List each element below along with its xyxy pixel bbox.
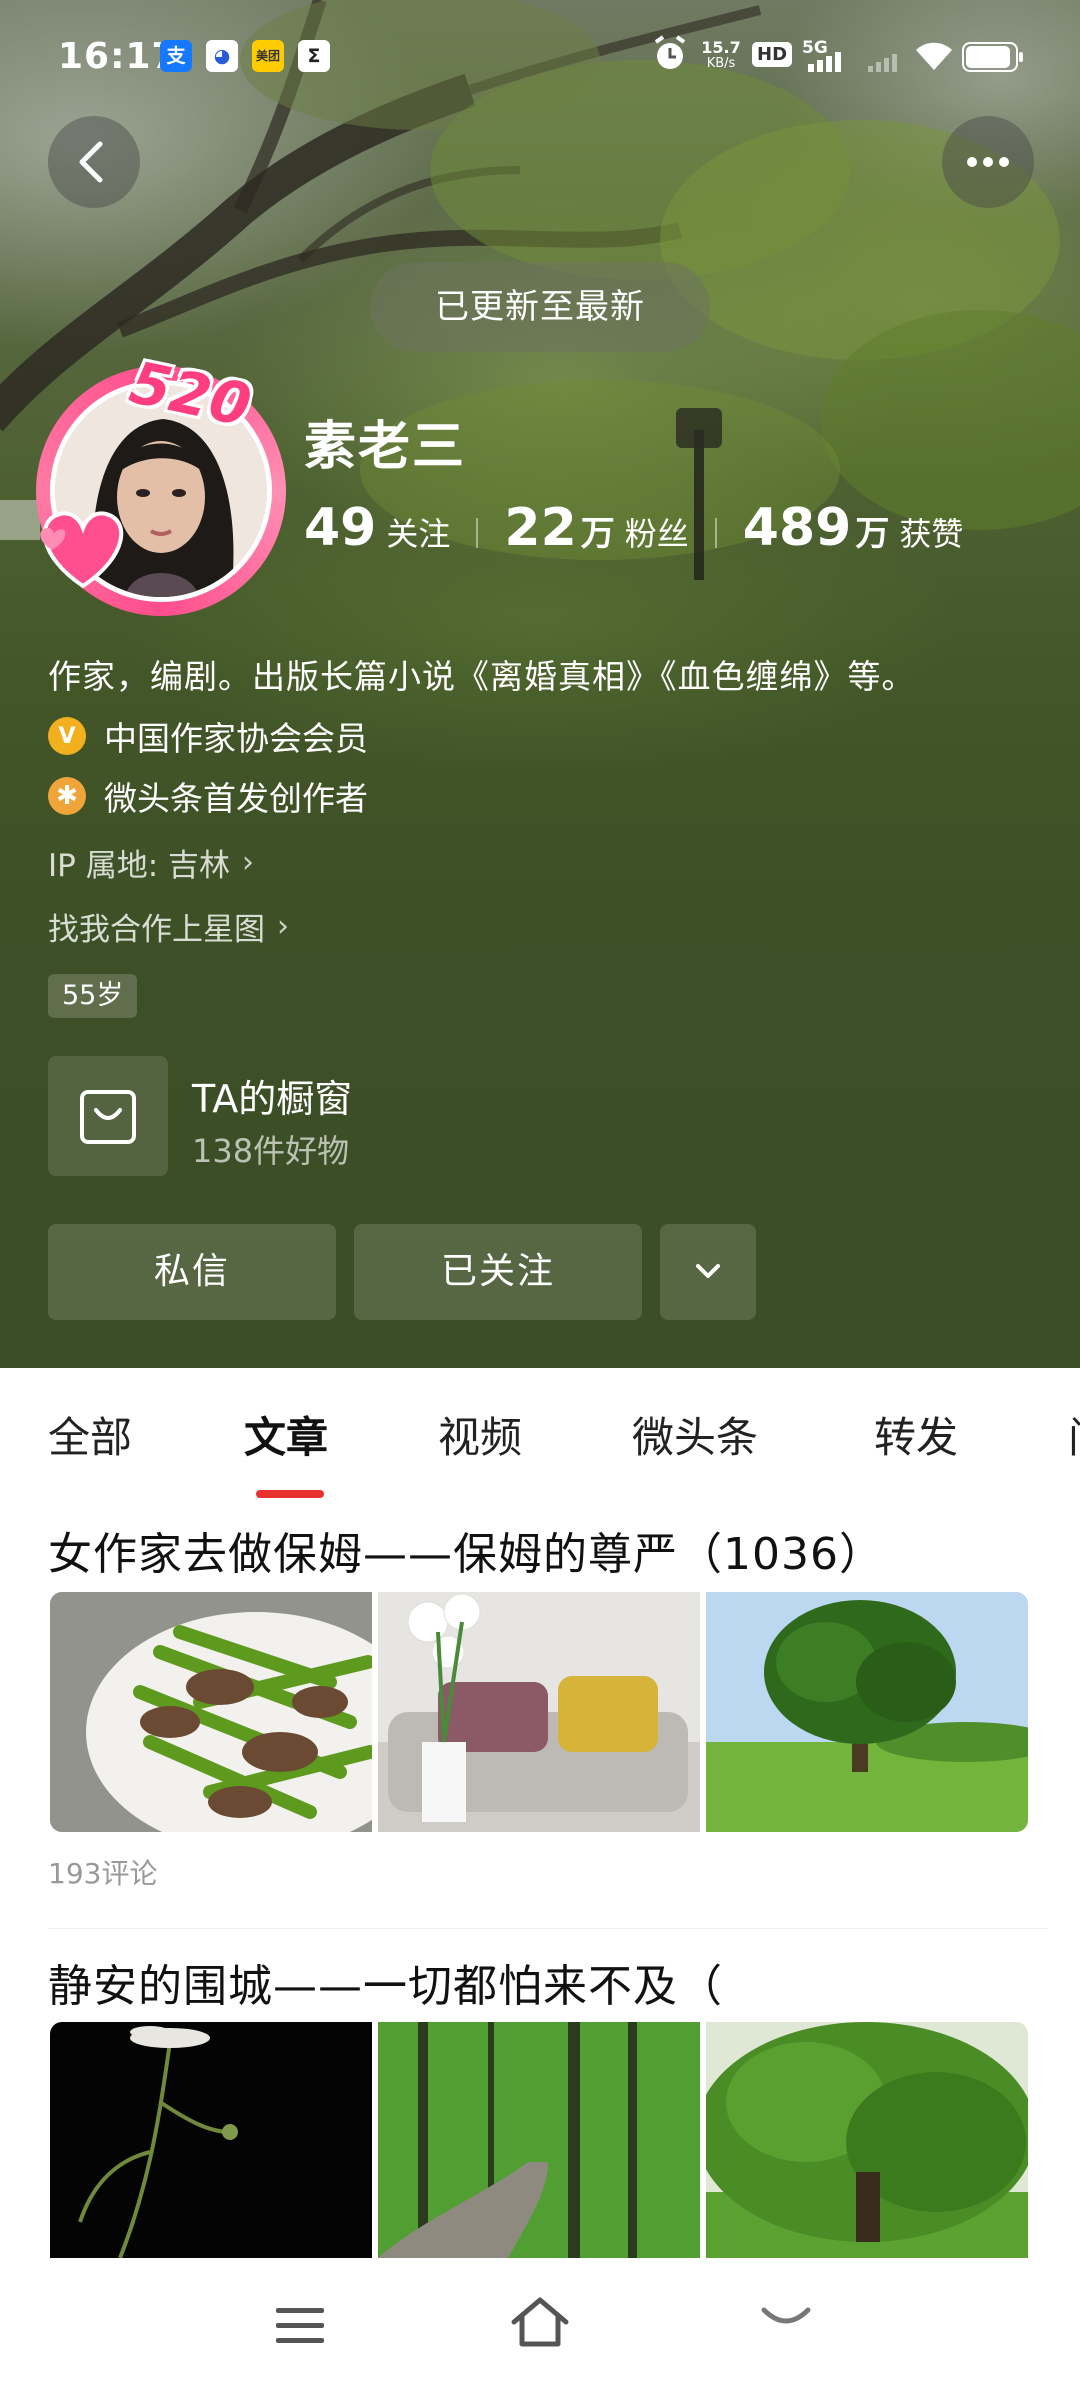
likes-label: 获赞: [899, 515, 964, 553]
profile-bio: 作家，编剧。出版长篇小说《离婚真相》《血色缠绵》等。: [48, 657, 916, 696]
system-navigation-bar: [0, 2258, 1080, 2388]
chevron-right-icon: ›: [277, 909, 289, 944]
more-button[interactable]: [942, 116, 1034, 208]
signal-icon: 5G: [802, 38, 858, 74]
shop-subtitle: 138件好物: [192, 1132, 350, 1170]
article-thumbnail[interactable]: [378, 1592, 700, 1832]
more-dots-icon: [967, 157, 1009, 167]
verified-creator: ✱ 微头条首发创作者: [48, 772, 368, 820]
shopping-bag-icon: [48, 1056, 168, 1176]
chevron-down-icon: [696, 1264, 720, 1278]
article-thumbnail[interactable]: [706, 1592, 1028, 1832]
article-thumbnail[interactable]: [50, 1592, 372, 1832]
likes-unit: 万: [855, 514, 890, 554]
verified-v-icon: V: [48, 717, 86, 755]
profile-header-background: 16:17 支 ◕ 美团 Σ 15.7 KB/s HD 5G 已更新至最新 52…: [0, 0, 1080, 1368]
profile-name: 素老三: [304, 417, 467, 477]
chevron-right-icon: ›: [242, 845, 254, 880]
alipay-icon: 支: [160, 40, 192, 72]
article-comments: 193评论: [48, 1857, 158, 1890]
battery-icon: [962, 42, 1023, 72]
creator-badge-icon: ✱: [48, 777, 86, 815]
following-count[interactable]: 49: [304, 498, 376, 558]
content-tabs: 全部 文章 视频 微头条 转发 问: [0, 1368, 1080, 1488]
profile-stats: 49 关注 22 万 粉丝 489 万 获赞: [304, 498, 963, 568]
tab-videos[interactable]: 视频: [438, 1404, 522, 1465]
message-button[interactable]: 私信: [48, 1224, 336, 1320]
article-divider: [48, 1928, 1048, 1929]
article-title[interactable]: 静安的围城——一切都怕来不及（: [48, 1950, 723, 2014]
ip-location-link[interactable]: IP 属地: 吉林 ›: [48, 840, 254, 885]
expand-button[interactable]: [660, 1224, 756, 1320]
status-bar: 16:17 支 ◕ 美团 Σ 15.7 KB/s HD 5G: [0, 0, 1080, 118]
baidu-icon: ◕: [206, 40, 238, 72]
sigma-app-icon: Σ: [298, 40, 330, 72]
age-tag: 55岁: [48, 974, 138, 1018]
back-nav-icon[interactable]: [758, 2302, 814, 2342]
meituan-icon: 美团: [252, 40, 284, 72]
tab-articles[interactable]: 文章: [244, 1404, 328, 1465]
fans-unit: 万: [580, 514, 615, 554]
fans-count[interactable]: 22: [504, 498, 576, 558]
tab-questions[interactable]: 问: [1068, 1404, 1080, 1465]
article-thumbnail[interactable]: [706, 2022, 1028, 2258]
tab-reposts[interactable]: 转发: [874, 1404, 958, 1465]
alarm-icon: [654, 35, 686, 69]
verified-writer-association: V 中国作家协会会员: [48, 712, 368, 760]
menu-icon[interactable]: [272, 2302, 328, 2350]
profile-page: 16:17 支 ◕ 美团 Σ 15.7 KB/s HD 5G 已更新至最新 52…: [0, 0, 1080, 2388]
home-icon[interactable]: [508, 2294, 572, 2350]
article-title[interactable]: 女作家去做保姆——保姆的尊严（1036）: [48, 1518, 884, 1582]
likes-count: 489: [742, 498, 852, 558]
chevron-left-icon: [79, 141, 103, 183]
tab-micro-headlines[interactable]: 微头条: [632, 1404, 758, 1465]
back-button[interactable]: [48, 116, 140, 208]
heart-decoration-icon: [40, 511, 124, 589]
signal-2-icon: [868, 52, 902, 72]
shop-title: TA的橱窗: [192, 1077, 353, 1121]
update-toast: 已更新至最新: [370, 262, 710, 352]
hd-icon: HD: [752, 42, 793, 67]
following-label[interactable]: 关注: [386, 509, 450, 555]
article-thumbnail[interactable]: [50, 2022, 372, 2258]
wifi-icon: [916, 42, 952, 70]
shop-window[interactable]: TA的橱窗 138件好物: [48, 1056, 748, 1176]
article-thumbnail[interactable]: [378, 2022, 700, 2258]
active-tab-indicator: [256, 1490, 324, 1498]
follow-button[interactable]: 已关注: [354, 1224, 642, 1320]
tab-all[interactable]: 全部: [48, 1404, 132, 1465]
fans-label[interactable]: 粉丝: [625, 509, 689, 555]
network-speed: 15.7 KB/s: [701, 38, 741, 72]
cooperation-link[interactable]: 找我合作上星图 ›: [48, 904, 289, 949]
